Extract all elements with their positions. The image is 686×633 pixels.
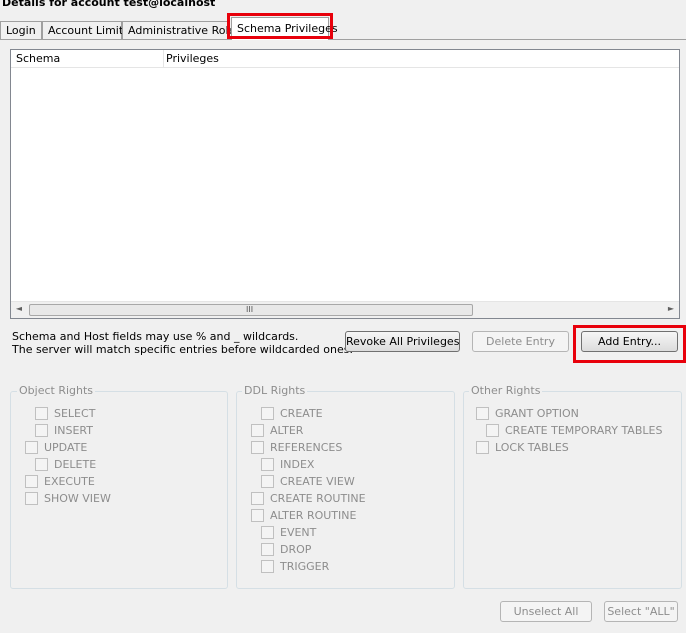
checkbox-label: CREATE TEMPORARY TABLES <box>505 424 663 437</box>
checkbox-icon[interactable] <box>35 407 48 420</box>
scroll-left-icon[interactable]: ◄ <box>13 304 25 313</box>
checkbox-create-view[interactable]: CREATE VIEW <box>261 475 355 488</box>
checkbox-label: DELETE <box>54 458 97 471</box>
column-header-privileges[interactable]: Privileges <box>166 52 219 65</box>
checkbox-label: INDEX <box>280 458 315 471</box>
other-rights-group <box>463 391 682 589</box>
add-entry-button[interactable]: Add Entry... <box>581 331 678 352</box>
checkbox-alter[interactable]: ALTER <box>251 424 303 437</box>
other-rights-title: Other Rights <box>469 384 543 397</box>
checkbox-lock-tables[interactable]: LOCK TABLES <box>476 441 569 454</box>
checkbox-alter-routine[interactable]: ALTER ROUTINE <box>251 509 356 522</box>
checkbox-trigger[interactable]: TRIGGER <box>261 560 329 573</box>
scroll-grip-icon: III <box>246 305 254 314</box>
checkbox-label: SELECT <box>54 407 96 420</box>
checkbox-icon[interactable] <box>476 407 489 420</box>
schema-privileges-list[interactable]: Schema Privileges ◄ III ► <box>10 49 680 319</box>
checkbox-label: GRANT OPTION <box>495 407 579 420</box>
checkbox-label: CREATE ROUTINE <box>270 492 366 505</box>
checkbox-select[interactable]: SELECT <box>35 407 95 420</box>
column-header-schema[interactable]: Schema <box>16 52 60 65</box>
checkbox-label: CREATE VIEW <box>280 475 355 488</box>
tab-account-limits[interactable]: Account Limits <box>42 21 129 40</box>
checkbox-icon[interactable] <box>261 458 274 471</box>
wildcard-info-line2: The server will match specific entries b… <box>12 343 353 356</box>
checkbox-label: ALTER ROUTINE <box>270 509 357 522</box>
checkbox-create-routine[interactable]: CREATE ROUTINE <box>251 492 366 505</box>
checkbox-icon[interactable] <box>25 492 38 505</box>
wildcard-info-line1: Schema and Host fields may use % and _ w… <box>12 330 299 343</box>
checkbox-update[interactable]: UPDATE <box>25 441 87 454</box>
checkbox-label: LOCK TABLES <box>495 441 569 454</box>
checkbox-icon[interactable] <box>486 424 499 437</box>
checkbox-icon[interactable] <box>25 441 38 454</box>
checkbox-label: CREATE <box>280 407 323 420</box>
tab-highlight-box <box>227 13 333 39</box>
checkbox-icon[interactable] <box>261 407 274 420</box>
checkbox-icon[interactable] <box>476 441 489 454</box>
checkbox-icon[interactable] <box>261 526 274 539</box>
checkbox-create[interactable]: CREATE <box>261 407 323 420</box>
checkbox-label: DROP <box>280 543 312 556</box>
wildcard-info: Schema and Host fields may use % and _ w… <box>12 330 353 356</box>
tab-administrative-roles[interactable]: Administrative Roles <box>122 21 241 40</box>
tab-login[interactable]: Login <box>0 21 42 40</box>
checkbox-label: EVENT <box>280 526 317 539</box>
list-header: Schema Privileges <box>11 50 679 68</box>
tab-divider <box>0 39 686 40</box>
ddl-rights-title: DDL Rights <box>242 384 308 397</box>
delete-entry-button[interactable]: Delete Entry <box>472 331 569 352</box>
checkbox-grant-option[interactable]: GRANT OPTION <box>476 407 579 420</box>
checkbox-label: EXECUTE <box>44 475 95 488</box>
horizontal-scrollbar[interactable]: ◄ III ► <box>11 301 679 318</box>
checkbox-label: REFERENCES <box>270 441 343 454</box>
checkbox-delete[interactable]: DELETE <box>35 458 96 471</box>
unselect-all-button[interactable]: Unselect All <box>500 601 592 622</box>
checkbox-icon[interactable] <box>261 543 274 556</box>
object-rights-group <box>10 391 228 589</box>
revoke-all-privileges-button[interactable]: Revoke All Privileges <box>345 331 460 352</box>
scrollbar-thumb[interactable]: III <box>29 304 473 316</box>
column-separator <box>163 50 164 67</box>
checkbox-icon[interactable] <box>251 492 264 505</box>
window-title: Details for account test@localhost <box>2 0 216 9</box>
checkbox-insert[interactable]: INSERT <box>35 424 93 437</box>
checkbox-icon[interactable] <box>251 509 264 522</box>
checkbox-label: UPDATE <box>44 441 88 454</box>
checkbox-create-temporary-tables[interactable]: CREATE TEMPORARY TABLES <box>486 424 662 437</box>
select-all-button[interactable]: Select "ALL" <box>604 601 678 622</box>
checkbox-icon[interactable] <box>251 441 264 454</box>
object-rights-title: Object Rights <box>17 384 96 397</box>
checkbox-icon[interactable] <box>35 424 48 437</box>
checkbox-label: TRIGGER <box>280 560 330 573</box>
checkbox-icon[interactable] <box>25 475 38 488</box>
checkbox-index[interactable]: INDEX <box>261 458 314 471</box>
checkbox-label: SHOW VIEW <box>44 492 111 505</box>
checkbox-icon[interactable] <box>251 424 264 437</box>
checkbox-references[interactable]: REFERENCES <box>251 441 342 454</box>
checkbox-label: ALTER <box>270 424 304 437</box>
checkbox-event[interactable]: EVENT <box>261 526 316 539</box>
checkbox-icon[interactable] <box>261 560 274 573</box>
checkbox-execute[interactable]: EXECUTE <box>25 475 95 488</box>
checkbox-label: INSERT <box>54 424 93 437</box>
scroll-right-icon[interactable]: ► <box>665 304 677 313</box>
checkbox-drop[interactable]: DROP <box>261 543 311 556</box>
checkbox-show-view[interactable]: SHOW VIEW <box>25 492 111 505</box>
checkbox-icon[interactable] <box>261 475 274 488</box>
checkbox-icon[interactable] <box>35 458 48 471</box>
